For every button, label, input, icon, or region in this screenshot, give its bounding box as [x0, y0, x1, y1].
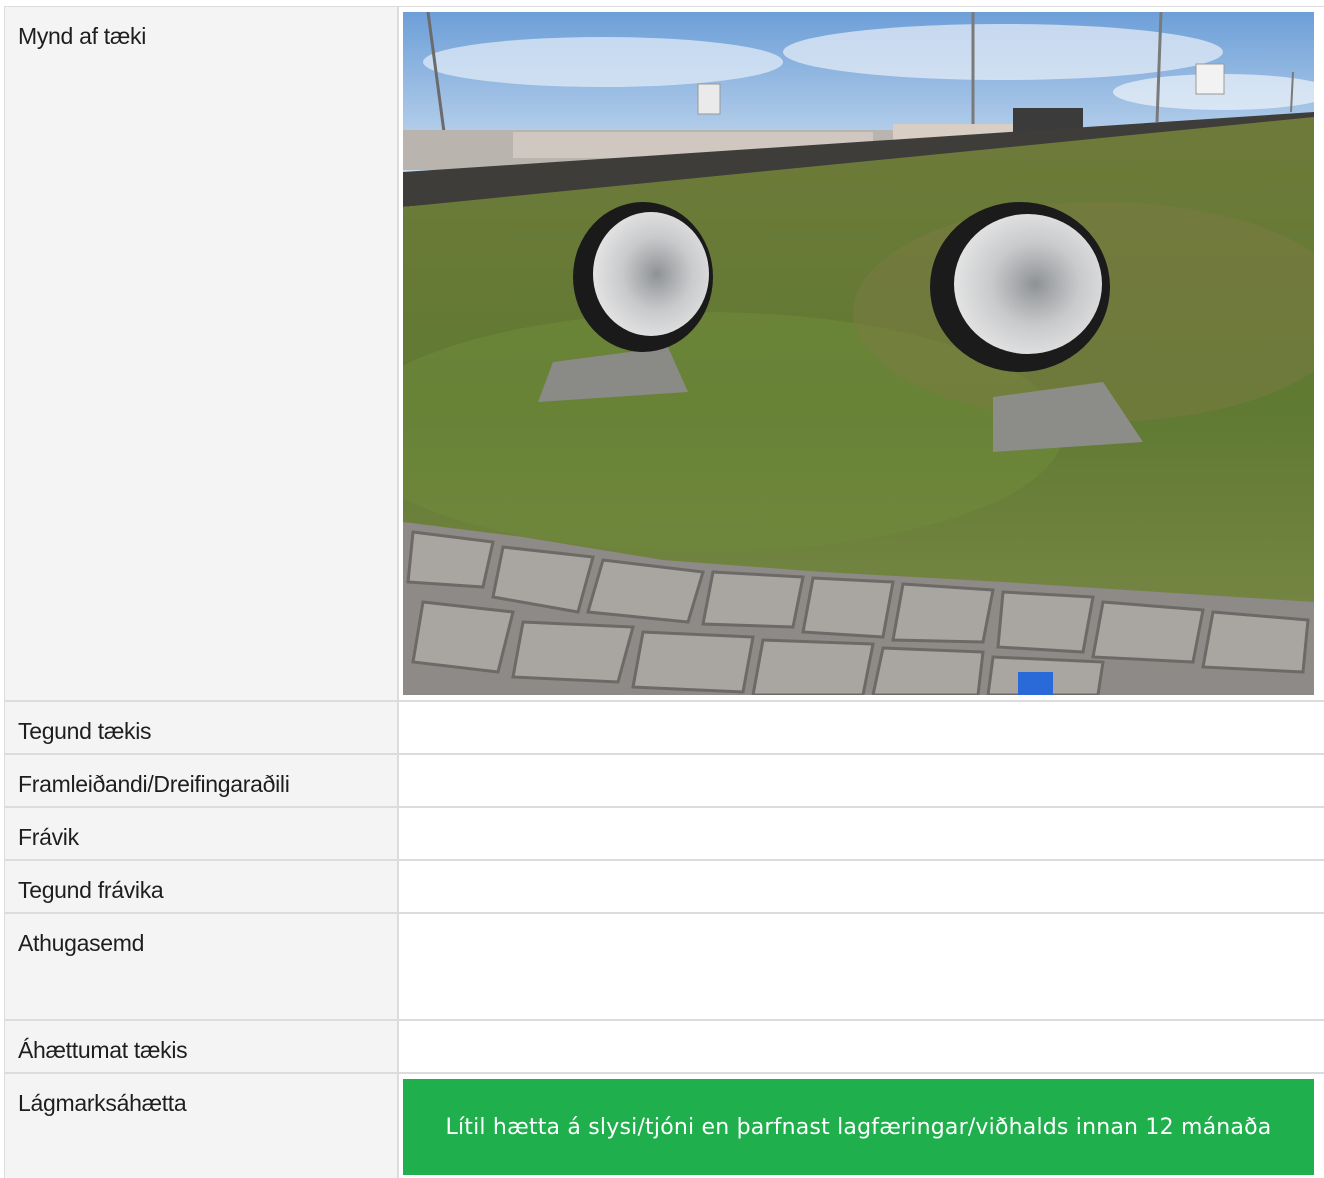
manufacturer-label: Framleiðandi/Dreifingaraðili [4, 755, 399, 806]
deviation-type-value [399, 861, 1324, 912]
equipment-photo[interactable] [403, 12, 1314, 695]
risk-assessment-label: Áhættumat tækis [4, 1021, 399, 1072]
image-label: Mynd af tæki [4, 7, 399, 700]
equipment-inspection-table: Mynd af tæki Tegund tækis Framleiðandi/D… [4, 6, 1324, 1178]
equipment-type-label: Tegund tækis [4, 702, 399, 753]
comment-value [399, 914, 1324, 1019]
row-comment: Athugasemd [4, 914, 1324, 1021]
equipment-type-value [399, 702, 1324, 753]
row-deviation: Frávik [4, 808, 1324, 861]
row-equipment-type: Tegund tækis [4, 702, 1324, 755]
comment-label: Athugasemd [4, 914, 399, 1019]
row-manufacturer: Framleiðandi/Dreifingaraðili [4, 755, 1324, 808]
row-risk-level: Lágmarksáhætta Lítil hætta á slysi/tjóni… [4, 1074, 1324, 1178]
risk-level-label: Lágmarksáhætta [4, 1074, 399, 1178]
image-cell [399, 7, 1324, 700]
row-deviation-type: Tegund frávika [4, 861, 1324, 914]
manufacturer-value [399, 755, 1324, 806]
risk-description-badge: Lítil hætta á slysi/tjóni en þarfnast la… [403, 1079, 1314, 1175]
risk-assessment-value [399, 1021, 1324, 1072]
deviation-value [399, 808, 1324, 859]
risk-level-cell: Lítil hætta á slysi/tjóni en þarfnast la… [399, 1074, 1324, 1178]
deviation-type-label: Tegund frávika [4, 861, 399, 912]
deviation-label: Frávik [4, 808, 399, 859]
row-risk-assessment: Áhættumat tækis [4, 1021, 1324, 1074]
row-image: Mynd af tæki [4, 7, 1324, 702]
